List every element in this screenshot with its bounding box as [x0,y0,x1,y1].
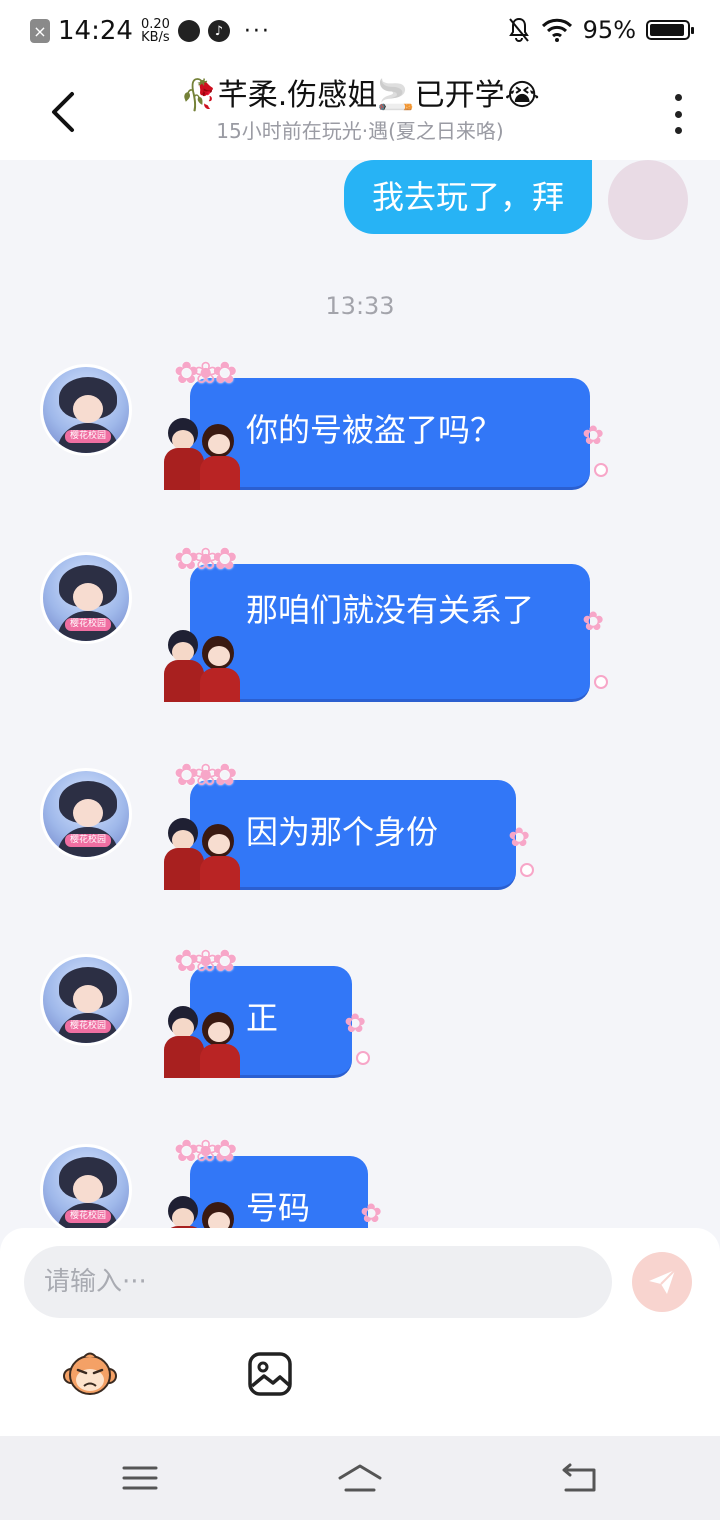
battery-fill [650,24,684,36]
paper-plane-icon [649,1269,676,1294]
home-icon[interactable] [336,1458,384,1498]
petal-decoration: ✿ [360,1199,382,1228]
chat-area[interactable]: 我去玩了，拜 13:33 樱花校园 ✿ ✿❀✿ 你的号被盗了吗？ ✿ 樱花校园 … [0,160,720,1228]
message-text: 那咱们就没有关系了 [246,591,535,629]
send-icon[interactable] [632,1252,692,1312]
dot-decoration [594,675,608,689]
back-arrow-icon[interactable] [44,88,84,136]
status-bar: × 14:24 0.20 KB/s ♪ ··· 95% [0,0,720,64]
flower-decoration: ✿❀✿ [174,1134,237,1169]
wifi-icon [541,18,572,42]
return-icon[interactable] [560,1458,600,1498]
status-left: × 14:24 0.20 KB/s ♪ ··· [30,16,271,46]
menu-icon[interactable] [120,1458,160,1498]
self-message-bubble[interactable]: 我去玩了，拜 [343,160,592,234]
message-bubble[interactable]: ✿❀✿ 那咱们就没有关系了 ✿ [164,542,608,702]
more-notifications-icon: ··· [243,18,271,44]
sakura-decoration: ✿ [43,555,53,574]
dot-decoration [356,1051,370,1065]
petal-decoration: ✿ [582,607,604,637]
contact-status: 15小时前在玩光·遇(夏之日来咯) [216,119,504,143]
network-speed-unit: KB/s [141,30,170,45]
mute-bell-icon [508,17,529,42]
message-timestamp: 13:33 [325,292,395,320]
avatar-tag: 樱花校园 [65,1210,111,1223]
dot-decoration [520,863,534,877]
clock: 14:24 [58,16,133,46]
flower-decoration: ✿❀✿ [174,944,237,979]
flower-decoration: ✿❀✿ [174,356,237,391]
battery-percent: 95% [582,16,636,44]
contact-name: 🥀芊柔.伤感姐🚬已开学😭 [180,78,540,113]
message-bubble[interactable]: ✿❀✿ 你的号被盗了吗？ ✿ [164,356,608,490]
message-text: 号码 [246,1189,311,1227]
message-bubble[interactable]: ✿❀✿ 因为那个身份 ✿ [164,758,534,890]
sakura-decoration: ✿ [43,771,53,790]
message-text: 因为那个身份 [246,813,439,851]
message-input[interactable] [24,1246,612,1318]
flower-decoration: ✿❀✿ [174,758,237,793]
notification-icon: × [30,19,50,43]
avatar-tag: 樱花校园 [65,430,111,443]
self-message-text: 我去玩了，拜 [371,178,564,216]
message-text: 你的号被盗了吗？ [246,411,503,449]
avatar-tag: 樱花校园 [65,1020,111,1033]
system-nav-bar [0,1436,720,1520]
avatar[interactable]: 樱花校园 ✿ [40,364,132,456]
petal-decoration: ✿ [508,823,530,853]
dot-decoration [594,463,608,477]
message-text: 正 [246,999,279,1037]
message-composer [0,1228,720,1436]
avatar[interactable]: 樱花校园 ✿ [40,954,132,1046]
sakura-decoration: ✿ [43,957,53,976]
avatar-tag: 樱花校园 [65,618,111,631]
header-title-block: 🥀芊柔.伤感姐🚬已开学😭 15小时前在玩光·遇(夏之日来咯) [120,76,600,144]
status-right: 95% [507,16,694,44]
avatar[interactable]: 樱花校园 ✿ [40,552,132,644]
bubble-character-decoration [164,1194,246,1228]
message-bubble[interactable]: ✿❀✿ 正 ✿ [164,944,370,1078]
avatar-tag: 樱花校园 [65,834,111,847]
bubble-character-decoration [164,416,246,490]
bubble-character-decoration [164,816,246,890]
avatar[interactable]: 樱花校园 ✿ [40,768,132,860]
battery-icon [646,20,694,40]
tiktok-app-icon: ♪ [207,20,230,42]
more-vertical-icon[interactable] [670,94,686,134]
browser-app-icon [177,20,200,42]
sakura-decoration: ✿ [43,367,53,386]
message-bubble[interactable]: ✿❀✿ 号码 ✿ [164,1134,382,1228]
sakura-decoration: ✿ [43,1147,53,1166]
monkey-emoji-icon[interactable] [62,1346,118,1402]
avatar[interactable]: 樱花校园 ✿ [40,1144,132,1228]
flower-decoration: ✿❀✿ [174,542,237,577]
petal-decoration: ✿ [344,1009,366,1039]
image-icon[interactable] [246,1350,294,1398]
bubble-character-decoration [164,1004,246,1078]
petal-decoration: ✿ [582,421,604,451]
self-avatar[interactable] [608,160,688,240]
network-speed: 0.20 KB/s [141,18,170,44]
bubble-character-decoration [164,628,246,702]
chat-header: 🥀芊柔.伤感姐🚬已开学😭 15小时前在玩光·遇(夏之日来咯) [0,64,720,160]
